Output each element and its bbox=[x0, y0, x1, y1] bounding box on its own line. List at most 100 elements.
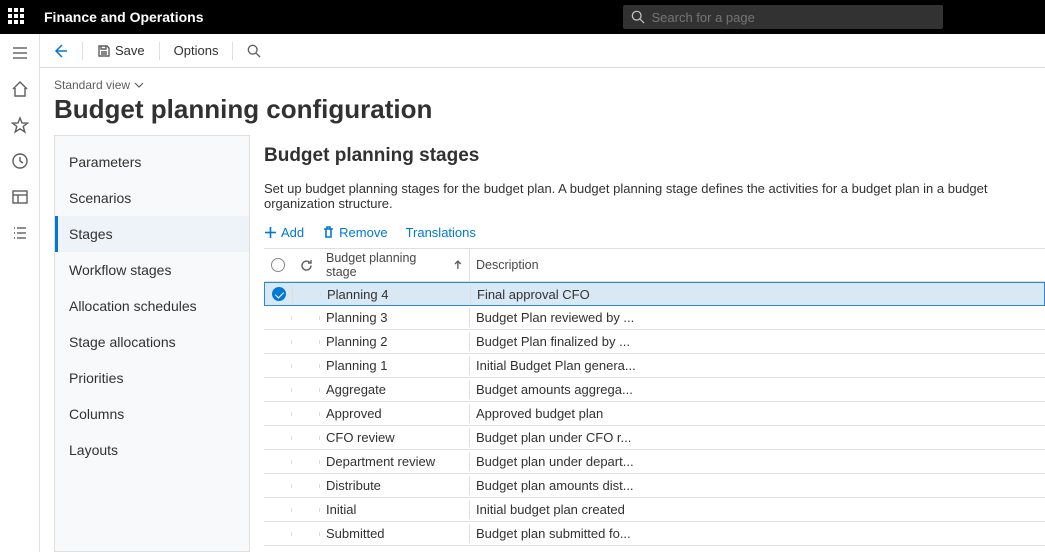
circle-icon bbox=[271, 258, 285, 272]
side-nav: ParametersScenariosStagesWorkflow stages… bbox=[54, 135, 250, 552]
stage-cell[interactable]: Distribute bbox=[320, 476, 470, 495]
view-label: Standard view bbox=[54, 78, 130, 92]
pane-title: Budget planning stages bbox=[264, 145, 1045, 167]
table-row[interactable]: AggregateBudget amounts aggrega... bbox=[264, 378, 1045, 402]
table-row[interactable]: Planning 3Budget Plan reviewed by ... bbox=[264, 306, 1045, 330]
stage-cell[interactable]: Initial bbox=[320, 500, 470, 519]
favorite-icon[interactable] bbox=[11, 116, 29, 134]
table-row[interactable]: Department reviewBudget plan under depar… bbox=[264, 450, 1045, 474]
check-icon bbox=[272, 287, 286, 301]
col-stage-header[interactable]: Budget planning stage bbox=[320, 249, 470, 281]
description-cell[interactable]: Budget plan amounts dist... bbox=[470, 476, 1030, 495]
row-select[interactable] bbox=[264, 484, 292, 488]
table-row[interactable]: DistributeBudget plan amounts dist... bbox=[264, 474, 1045, 498]
row-select[interactable] bbox=[264, 508, 292, 512]
grid-toolbar: Add Remove Translations bbox=[264, 225, 1045, 240]
menu-icon[interactable] bbox=[11, 44, 29, 62]
back-button[interactable] bbox=[52, 43, 68, 59]
workspace-icon[interactable] bbox=[11, 188, 29, 206]
description-cell[interactable]: Budget amounts aggrega... bbox=[470, 380, 1030, 399]
select-all-header[interactable] bbox=[264, 256, 292, 274]
divider bbox=[159, 42, 160, 60]
row-select[interactable] bbox=[265, 285, 293, 303]
row-spacer bbox=[292, 436, 320, 440]
table-row[interactable]: InitialInitial budget plan created bbox=[264, 498, 1045, 522]
stage-cell[interactable]: CFO review bbox=[320, 428, 470, 447]
refresh-header[interactable] bbox=[292, 257, 320, 274]
recent-icon[interactable] bbox=[11, 152, 29, 170]
row-spacer bbox=[292, 340, 320, 344]
col-description-label: Description bbox=[476, 258, 539, 272]
sidebar-item-stages[interactable]: Stages bbox=[55, 216, 249, 252]
find-icon[interactable] bbox=[247, 44, 261, 58]
row-spacer bbox=[292, 484, 320, 488]
row-select[interactable] bbox=[264, 388, 292, 392]
home-icon[interactable] bbox=[11, 80, 29, 98]
action-bar: Save Options bbox=[40, 34, 1045, 68]
row-spacer bbox=[292, 364, 320, 368]
modules-icon[interactable] bbox=[11, 224, 29, 242]
description-cell[interactable]: Budget Plan finalized by ... bbox=[470, 332, 1030, 351]
row-select[interactable] bbox=[264, 532, 292, 536]
row-select[interactable] bbox=[264, 316, 292, 320]
brand-label: Finance and Operations bbox=[44, 9, 203, 25]
options-button[interactable]: Options bbox=[174, 43, 219, 58]
translations-button[interactable]: Translations bbox=[406, 225, 476, 240]
sidebar-item-layouts[interactable]: Layouts bbox=[55, 432, 249, 468]
row-select[interactable] bbox=[264, 460, 292, 464]
search-input[interactable] bbox=[651, 10, 935, 25]
row-select[interactable] bbox=[264, 436, 292, 440]
page-title: Budget planning configuration bbox=[54, 94, 1045, 125]
remove-button[interactable]: Remove bbox=[322, 225, 387, 240]
divider bbox=[232, 42, 233, 60]
stage-cell[interactable]: Planning 4 bbox=[321, 285, 471, 304]
sidebar-item-scenarios[interactable]: Scenarios bbox=[55, 180, 249, 216]
sidebar-item-priorities[interactable]: Priorities bbox=[55, 360, 249, 396]
description-cell[interactable]: Approved budget plan bbox=[470, 404, 1030, 423]
sidebar-item-parameters[interactable]: Parameters bbox=[55, 144, 249, 180]
waffle-icon[interactable] bbox=[8, 8, 26, 26]
stage-cell[interactable]: Planning 3 bbox=[320, 308, 470, 327]
table-row[interactable]: Planning 4Final approval CFO bbox=[264, 282, 1045, 306]
global-search[interactable] bbox=[623, 5, 943, 29]
view-selector[interactable]: Standard view bbox=[54, 78, 1045, 92]
description-cell[interactable]: Initial Budget Plan genera... bbox=[470, 356, 1030, 375]
description-cell[interactable]: Initial budget plan created bbox=[470, 500, 1030, 519]
sidebar-item-stage-allocations[interactable]: Stage allocations bbox=[55, 324, 249, 360]
stage-cell[interactable]: Approved bbox=[320, 404, 470, 423]
stage-cell[interactable]: Aggregate bbox=[320, 380, 470, 399]
sidebar-item-allocation-schedules[interactable]: Allocation schedules bbox=[55, 288, 249, 324]
description-cell[interactable]: Budget plan under CFO r... bbox=[470, 428, 1030, 447]
row-spacer bbox=[292, 460, 320, 464]
search-icon bbox=[631, 10, 645, 24]
stage-cell[interactable]: Submitted bbox=[320, 524, 470, 543]
stage-cell[interactable]: Department review bbox=[320, 452, 470, 471]
row-spacer bbox=[292, 316, 320, 320]
row-spacer bbox=[292, 388, 320, 392]
table-row[interactable]: ApprovedApproved budget plan bbox=[264, 402, 1045, 426]
sidebar-item-columns[interactable]: Columns bbox=[55, 396, 249, 432]
add-button[interactable]: Add bbox=[264, 225, 304, 240]
stage-cell[interactable]: Planning 2 bbox=[320, 332, 470, 351]
col-description-header[interactable]: Description bbox=[470, 256, 1030, 274]
description-cell[interactable]: Budget plan under depart... bbox=[470, 452, 1030, 471]
row-select[interactable] bbox=[264, 340, 292, 344]
add-label: Add bbox=[281, 225, 304, 240]
table-row[interactable]: Planning 1Initial Budget Plan genera... bbox=[264, 354, 1045, 378]
row-select[interactable] bbox=[264, 412, 292, 416]
row-select[interactable] bbox=[264, 364, 292, 368]
row-spacer bbox=[292, 532, 320, 536]
col-stage-label: Budget planning stage bbox=[326, 251, 447, 279]
table-row[interactable]: SubmittedBudget plan submitted fo... bbox=[264, 522, 1045, 546]
save-button[interactable]: Save bbox=[97, 43, 145, 58]
description-cell[interactable]: Budget plan submitted fo... bbox=[470, 524, 1030, 543]
sidebar-item-workflow-stages[interactable]: Workflow stages bbox=[55, 252, 249, 288]
description-cell[interactable]: Final approval CFO bbox=[471, 285, 1031, 304]
stage-cell[interactable]: Planning 1 bbox=[320, 356, 470, 375]
stages-grid: Budget planning stage Description Planni… bbox=[264, 248, 1045, 546]
row-spacer bbox=[293, 292, 321, 296]
table-row[interactable]: CFO reviewBudget plan under CFO r... bbox=[264, 426, 1045, 450]
description-cell[interactable]: Budget Plan reviewed by ... bbox=[470, 308, 1030, 327]
sort-asc-icon bbox=[453, 260, 463, 270]
table-row[interactable]: Planning 2Budget Plan finalized by ... bbox=[264, 330, 1045, 354]
